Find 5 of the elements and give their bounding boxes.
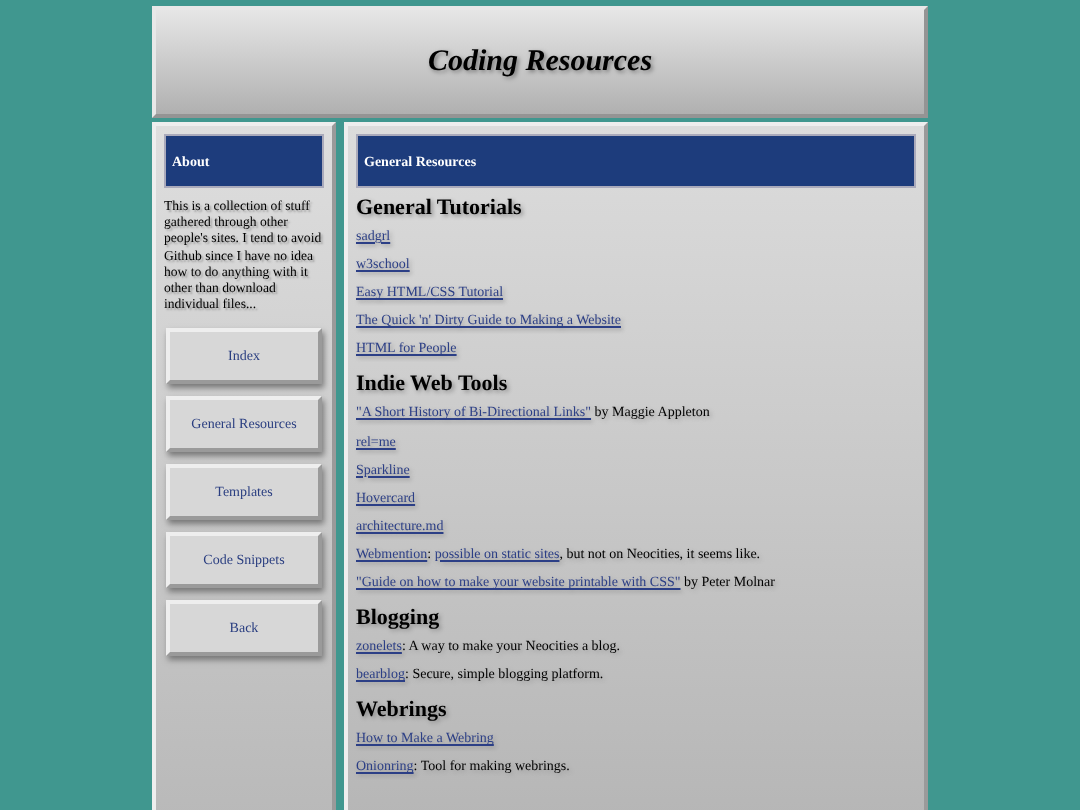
section-title: General Tutorials (356, 196, 522, 220)
site-title: Coding Resources (427, 45, 653, 79)
section-title: Blogging (356, 606, 440, 631)
section-title: Indie Web Tools (356, 372, 508, 397)
section-title: Webrings (356, 698, 447, 723)
